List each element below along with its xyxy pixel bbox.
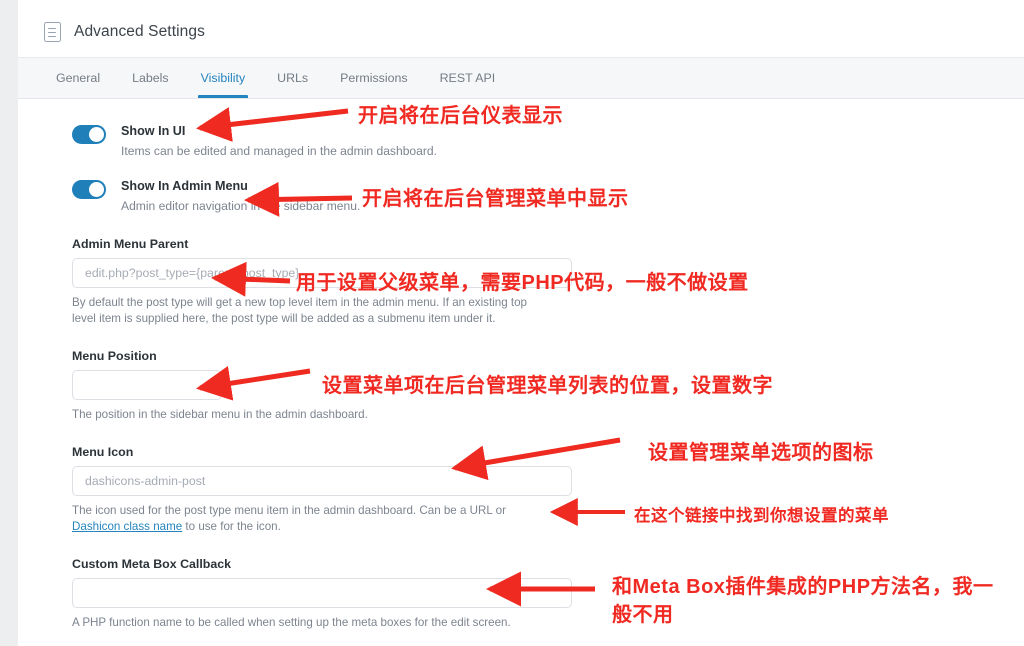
- menu-icon-label: Menu Icon: [72, 445, 134, 459]
- menu-icon-input[interactable]: [72, 466, 572, 496]
- custom-meta-box-callback-input[interactable]: [72, 578, 572, 608]
- tab-labels[interactable]: Labels: [120, 58, 181, 98]
- document-icon: [44, 21, 61, 42]
- panel-header: Advanced Settings: [18, 6, 1024, 58]
- admin-menu-parent-label: Admin Menu Parent: [72, 237, 189, 251]
- menu-icon-help-before: The icon used for the post type menu ite…: [72, 504, 506, 517]
- show-in-ui-text: Show In UI Items can be edited and manag…: [121, 123, 437, 160]
- show-in-admin-menu-label: Show In Admin Menu: [121, 179, 248, 193]
- show-in-ui-description: Items can be edited and managed in the a…: [121, 144, 437, 158]
- custom-meta-box-callback-help: A PHP function name to be called when se…: [72, 616, 511, 629]
- setting-show-in-admin-menu: Show In Admin Menu Admin editor navigati…: [18, 178, 1024, 215]
- screen: Advanced Settings General Labels Visibil…: [0, 0, 1024, 646]
- menu-icon-help: The icon used for the post type menu ite…: [72, 503, 552, 535]
- page-title: Advanced Settings: [74, 22, 205, 40]
- tab-general[interactable]: General: [44, 58, 112, 98]
- menu-icon-help-after: to use for the icon.: [182, 520, 281, 533]
- toggle-show-in-ui[interactable]: [72, 125, 106, 144]
- field-menu-icon: Menu Icon The icon used for the post typ…: [18, 445, 1024, 535]
- menu-position-input[interactable]: [72, 370, 222, 400]
- field-menu-position: Menu Position The position in the sideba…: [18, 349, 1024, 423]
- admin-menu-parent-help: By default the post type will get a new …: [72, 296, 527, 325]
- toggle-show-in-admin-menu[interactable]: [72, 180, 106, 199]
- dashicon-class-name-link[interactable]: Dashicon class name: [72, 520, 182, 533]
- show-in-ui-label: Show In UI: [121, 124, 186, 138]
- setting-show-in-ui: Show In UI Items can be edited and manag…: [18, 123, 1024, 160]
- settings-panel: Advanced Settings General Labels Visibil…: [18, 6, 1024, 646]
- admin-menu-parent-input[interactable]: [72, 258, 572, 288]
- visibility-panel-content: Show In UI Items can be edited and manag…: [18, 99, 1024, 631]
- tab-visibility[interactable]: Visibility: [189, 58, 258, 98]
- custom-meta-box-callback-label: Custom Meta Box Callback: [72, 557, 232, 571]
- left-gutter: [0, 0, 18, 646]
- show-in-admin-menu-description: Admin editor navigation in the sidebar m…: [121, 199, 361, 213]
- menu-position-help: The position in the sidebar menu in the …: [72, 408, 368, 421]
- tab-permissions[interactable]: Permissions: [328, 58, 419, 98]
- field-custom-meta-box-callback: Custom Meta Box Callback A PHP function …: [18, 557, 1024, 631]
- field-admin-menu-parent: Admin Menu Parent By default the post ty…: [18, 237, 1024, 327]
- tab-urls[interactable]: URLs: [265, 58, 320, 98]
- show-in-admin-menu-text: Show In Admin Menu Admin editor navigati…: [121, 178, 360, 215]
- menu-position-label: Menu Position: [72, 349, 157, 363]
- tab-rest-api[interactable]: REST API: [428, 58, 508, 98]
- tab-bar: General Labels Visibility URLs Permissio…: [18, 58, 1024, 99]
